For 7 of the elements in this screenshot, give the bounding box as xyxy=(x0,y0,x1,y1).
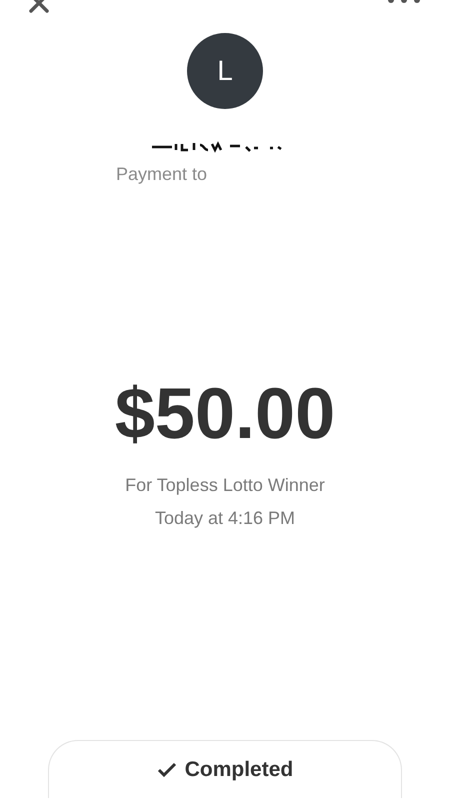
amount: $50.00 xyxy=(114,378,336,450)
status-label: Completed xyxy=(184,756,294,783)
avatar: L xyxy=(187,33,263,109)
payment-time: Today at 4:16 PM xyxy=(154,507,296,530)
payment-label: Payment to xyxy=(116,163,208,186)
payment-note: For Topless Lotto Winner xyxy=(125,474,325,497)
checkmark-icon xyxy=(156,762,177,778)
